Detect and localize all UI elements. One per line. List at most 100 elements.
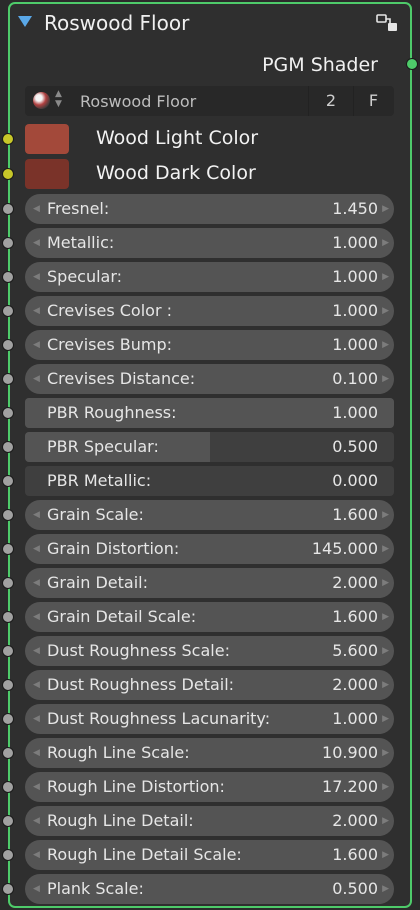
value-input-socket[interactable]	[2, 679, 14, 691]
value-input-socket[interactable]	[2, 305, 14, 317]
value-input-socket[interactable]	[2, 373, 14, 385]
value-input-socket[interactable]	[2, 339, 14, 351]
value-input-socket[interactable]	[2, 747, 14, 759]
node-group-icon[interactable]	[376, 13, 398, 33]
number-field[interactable]: ◀ ▶ Crevises Bump: 1.000	[25, 330, 394, 360]
value-input-socket[interactable]	[2, 475, 14, 487]
decrement-arrow-icon[interactable]: ◀	[33, 704, 40, 734]
value-input-socket[interactable]	[2, 271, 14, 283]
value-input-socket[interactable]	[2, 203, 14, 215]
number-field[interactable]: ◀ ▶ Grain Scale: 1.600	[25, 500, 394, 530]
value-input-socket[interactable]	[2, 509, 14, 521]
decrement-arrow-icon[interactable]: ◀	[33, 568, 40, 598]
increment-arrow-icon[interactable]: ▶	[382, 296, 389, 326]
increment-arrow-icon[interactable]: ▶	[382, 534, 389, 564]
number-field[interactable]: ◀ ▶ Crevises Color : 1.000	[25, 296, 394, 326]
color-input-socket[interactable]	[2, 168, 14, 180]
factor-slider[interactable]: PBR Metallic: 0.000	[25, 466, 394, 496]
increment-arrow-icon[interactable]: ▶	[382, 262, 389, 292]
decrement-arrow-icon[interactable]: ◀	[33, 364, 40, 394]
decrement-arrow-icon[interactable]: ◀	[33, 874, 40, 904]
value-input-socket[interactable]	[2, 237, 14, 249]
value-input-socket[interactable]	[2, 611, 14, 623]
decrement-arrow-icon[interactable]: ◀	[33, 228, 40, 258]
field-label: Specular:	[47, 267, 123, 286]
number-field[interactable]: ◀ ▶ Rough Line Detail Scale: 1.600	[25, 840, 394, 870]
field-label: Metallic:	[47, 233, 115, 252]
decrement-arrow-icon[interactable]: ◀	[33, 840, 40, 870]
color-swatch[interactable]	[25, 159, 69, 189]
field-value: 1.000	[332, 301, 378, 320]
field-label: Fresnel:	[47, 199, 110, 218]
decrement-arrow-icon[interactable]: ◀	[33, 670, 40, 700]
value-input-socket[interactable]	[2, 815, 14, 827]
value-input-socket[interactable]	[2, 781, 14, 793]
decrement-arrow-icon[interactable]: ◀	[33, 738, 40, 768]
increment-arrow-icon[interactable]: ▶	[382, 568, 389, 598]
increment-arrow-icon[interactable]: ▶	[382, 840, 389, 870]
node-header[interactable]: Roswood Floor	[10, 4, 410, 42]
field-label: Dust Roughness Detail:	[47, 675, 235, 694]
decrement-arrow-icon[interactable]: ◀	[33, 636, 40, 666]
number-field[interactable]: ◀ ▶ Grain Detail Scale: 1.600	[25, 602, 394, 632]
number-field[interactable]: ◀ ▶ Specular: 1.000	[25, 262, 394, 292]
decrement-arrow-icon[interactable]: ◀	[33, 534, 40, 564]
factor-slider[interactable]: PBR Specular: 0.500	[25, 432, 394, 462]
decrement-arrow-icon[interactable]: ◀	[33, 602, 40, 632]
decrement-arrow-icon[interactable]: ◀	[33, 330, 40, 360]
increment-arrow-icon[interactable]: ▶	[382, 364, 389, 394]
increment-arrow-icon[interactable]: ▶	[382, 738, 389, 768]
number-field[interactable]: ◀ ▶ Metallic: 1.000	[25, 228, 394, 258]
color-swatch[interactable]	[25, 124, 69, 154]
material-ball-icon[interactable]	[33, 92, 50, 109]
field-value: 0.500	[332, 437, 378, 456]
value-input-socket[interactable]	[2, 713, 14, 725]
increment-arrow-icon[interactable]: ▶	[382, 194, 389, 224]
decrement-arrow-icon[interactable]: ◀	[33, 772, 40, 802]
increment-arrow-icon[interactable]: ▶	[382, 806, 389, 836]
value-input-socket[interactable]	[2, 849, 14, 861]
increment-arrow-icon[interactable]: ▶	[382, 602, 389, 632]
increment-arrow-icon[interactable]: ▶	[382, 636, 389, 666]
value-input-socket[interactable]	[2, 645, 14, 657]
value-input-socket[interactable]	[2, 407, 14, 419]
field-value: 2.000	[332, 573, 378, 592]
value-input-socket[interactable]	[2, 441, 14, 453]
shader-node[interactable]: Roswood Floor PGM Shader ▲ ▼ Roswood Floo…	[2, 2, 418, 908]
decrement-arrow-icon[interactable]: ◀	[33, 500, 40, 530]
number-field[interactable]: ◀ ▶ Dust Roughness Lacunarity: 1.000	[25, 704, 394, 734]
increment-arrow-icon[interactable]: ▶	[382, 670, 389, 700]
increment-arrow-icon[interactable]: ▶	[382, 704, 389, 734]
number-field[interactable]: ◀ ▶ Rough Line Distortion: 17.200	[25, 772, 394, 802]
increment-arrow-icon[interactable]: ▶	[382, 330, 389, 360]
value-input-socket[interactable]	[2, 577, 14, 589]
decrement-arrow-icon[interactable]: ◀	[33, 262, 40, 292]
material-name-field[interactable]: Roswood Floor	[80, 92, 196, 111]
shader-output-socket[interactable]	[406, 58, 418, 70]
fake-user-button[interactable]: F	[353, 86, 394, 116]
number-field[interactable]: ◀ ▶ Dust Roughness Scale: 5.600	[25, 636, 394, 666]
collapse-arrow-icon[interactable]	[18, 16, 32, 27]
decrement-arrow-icon[interactable]: ◀	[33, 806, 40, 836]
increment-arrow-icon[interactable]: ▶	[382, 874, 389, 904]
increment-arrow-icon[interactable]: ▶	[382, 772, 389, 802]
factor-slider[interactable]: PBR Roughness: 1.000	[25, 398, 394, 428]
decrement-arrow-icon[interactable]: ◀	[33, 296, 40, 326]
number-field[interactable]: ◀ ▶ Dust Roughness Detail: 2.000	[25, 670, 394, 700]
material-selector[interactable]: ▲ ▼ Roswood Floor 2 F	[25, 86, 394, 116]
number-field[interactable]: ◀ ▶ Grain Detail: 2.000	[25, 568, 394, 598]
number-field[interactable]: ◀ ▶ Plank Scale: 0.500	[25, 874, 394, 904]
increment-arrow-icon[interactable]: ▶	[382, 228, 389, 258]
color-input-socket[interactable]	[2, 133, 14, 145]
field-value: 0.100	[332, 369, 378, 388]
number-field[interactable]: ◀ ▶ Crevises Distance: 0.100	[25, 364, 394, 394]
material-users-count[interactable]: 2	[308, 86, 354, 116]
increment-arrow-icon[interactable]: ▶	[382, 500, 389, 530]
number-field[interactable]: ◀ ▶ Grain Distortion: 145.000	[25, 534, 394, 564]
number-field[interactable]: ◀ ▶ Rough Line Scale: 10.900	[25, 738, 394, 768]
value-input-socket[interactable]	[2, 543, 14, 555]
number-field[interactable]: ◀ ▶ Fresnel: 1.450	[25, 194, 394, 224]
value-input-socket[interactable]	[2, 883, 14, 895]
decrement-arrow-icon[interactable]: ◀	[33, 194, 40, 224]
number-field[interactable]: ◀ ▶ Rough Line Detail: 2.000	[25, 806, 394, 836]
